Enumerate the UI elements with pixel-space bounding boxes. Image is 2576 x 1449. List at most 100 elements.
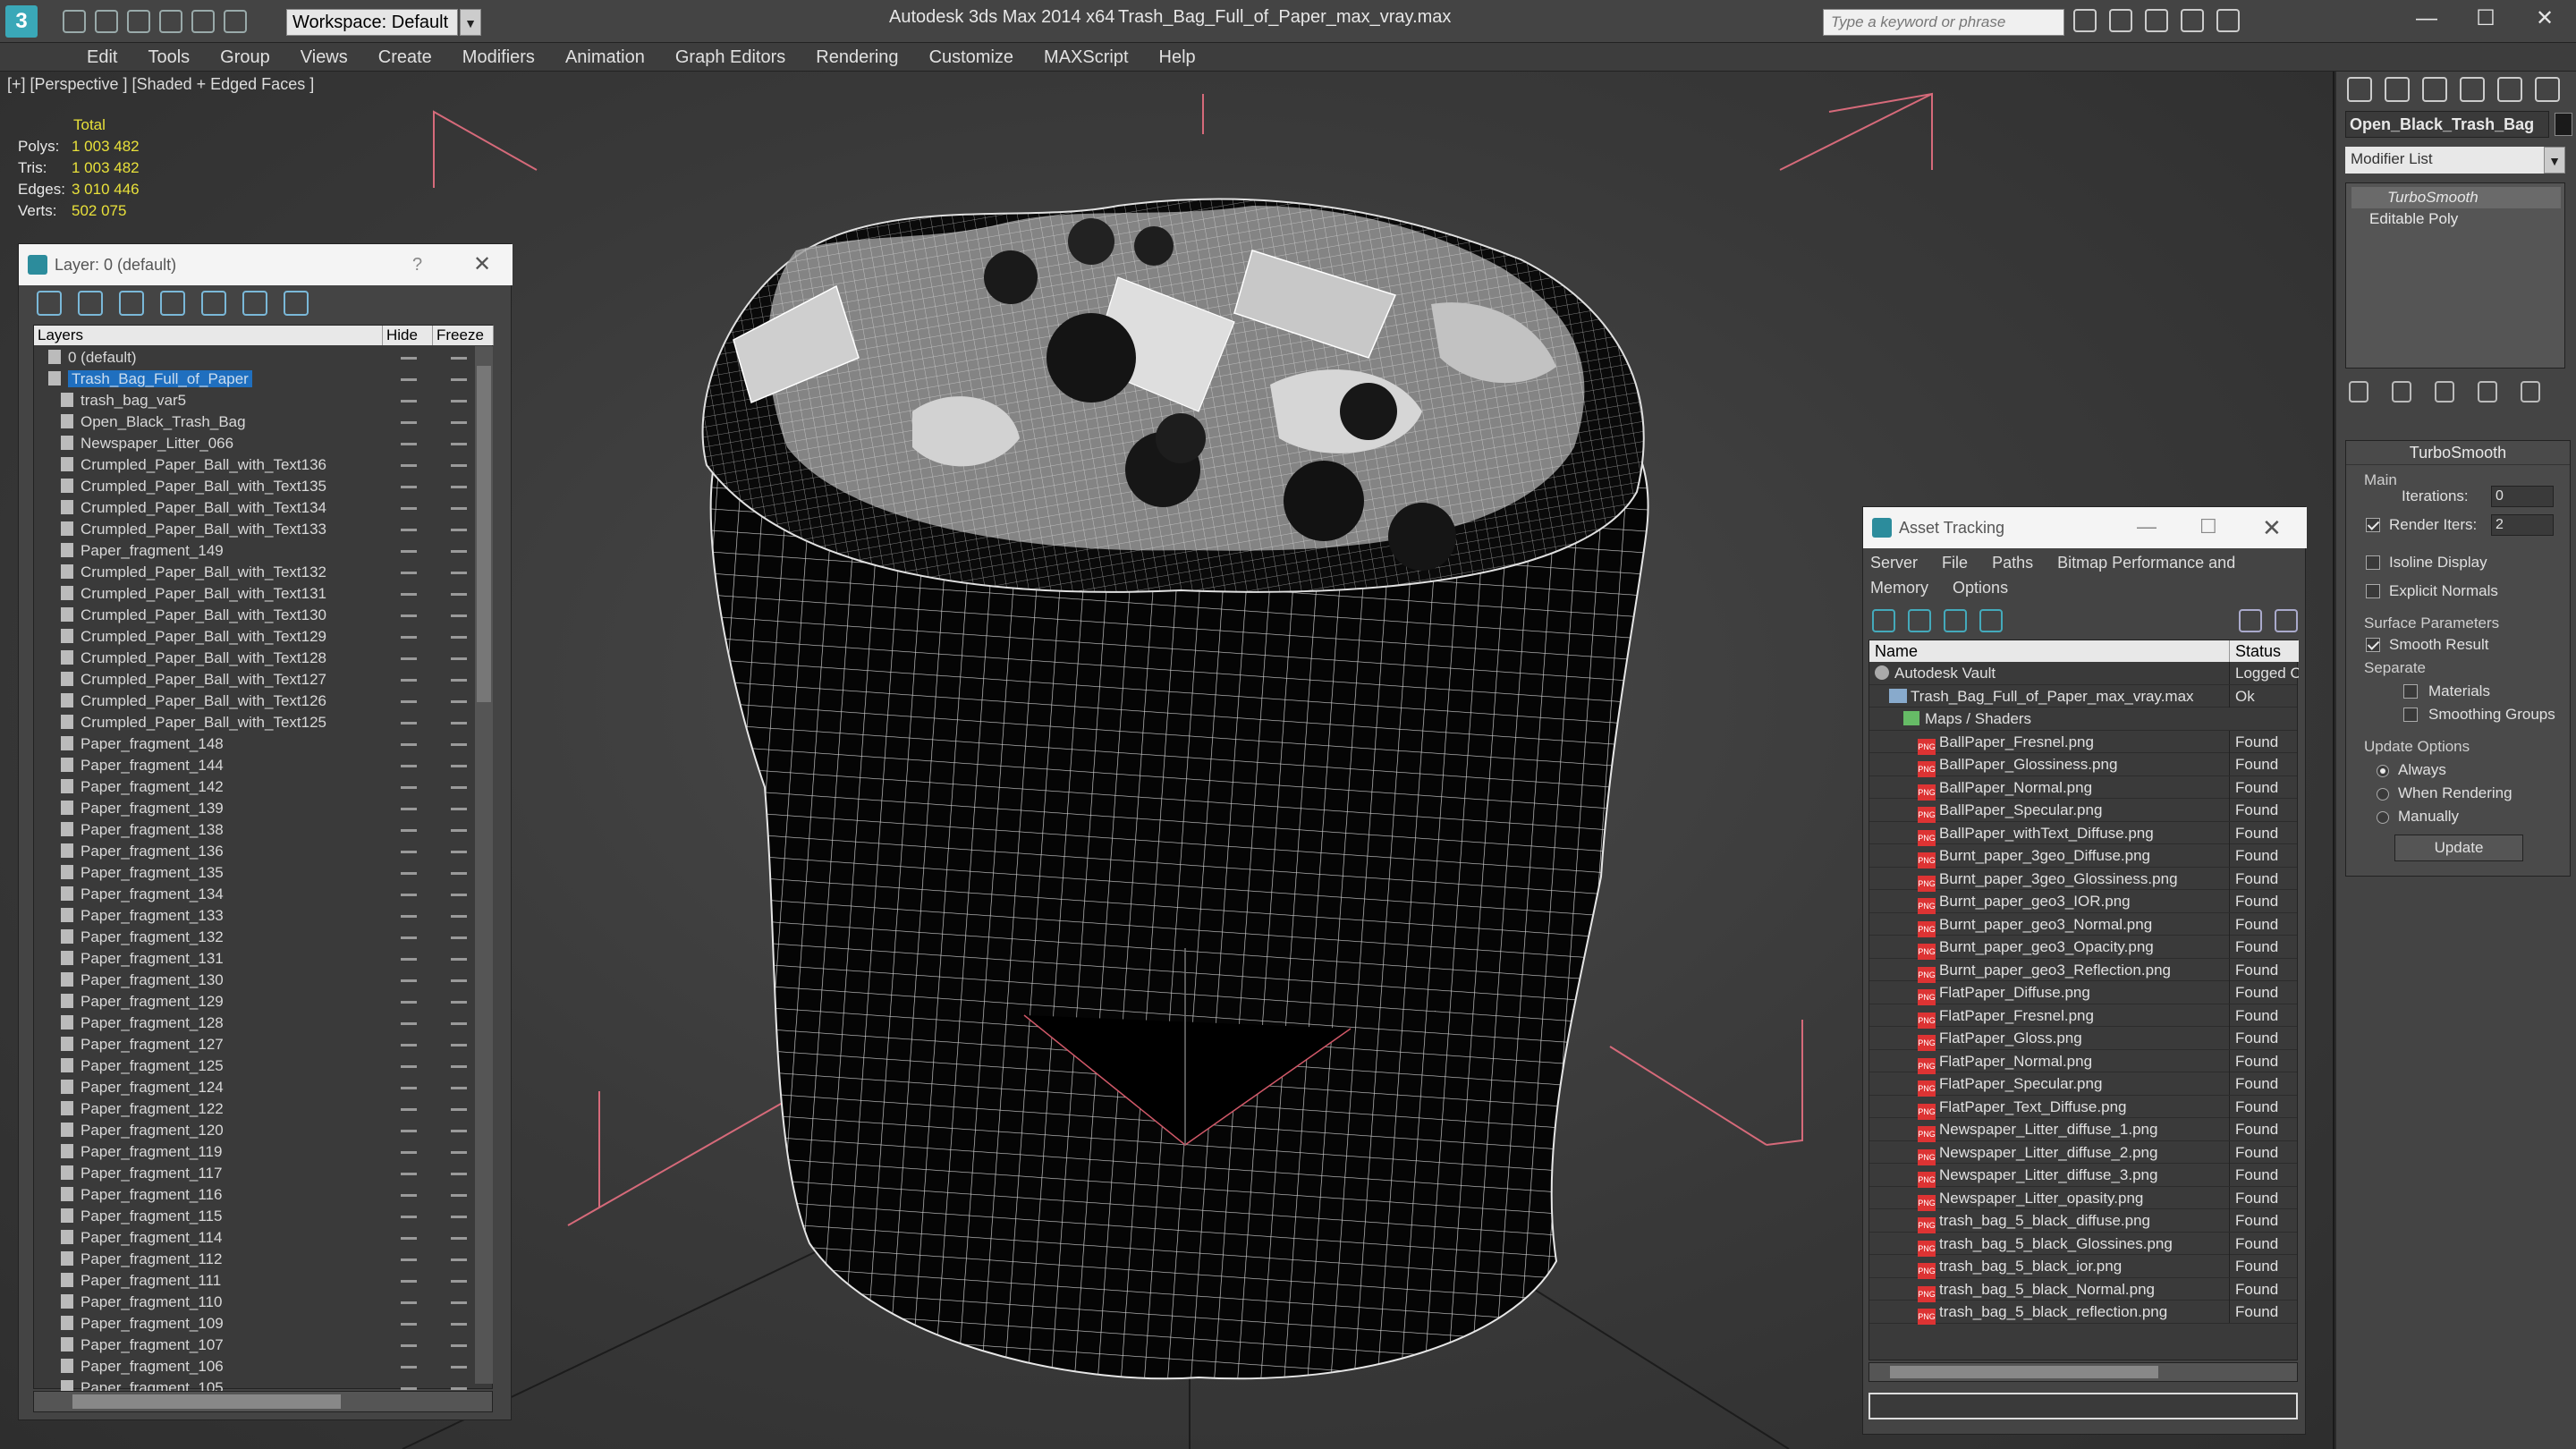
asset-row[interactable]: PNG trash_bag_5_black_ior.png Found bbox=[1869, 1255, 2297, 1279]
hide-toggle[interactable] bbox=[401, 357, 417, 360]
freeze-toggle[interactable] bbox=[451, 1087, 467, 1089]
layer-row[interactable]: Paper_fragment_138 bbox=[34, 819, 478, 841]
stack-item-turbosmooth[interactable]: TurboSmooth bbox=[2351, 187, 2561, 208]
menu-tools[interactable]: Tools bbox=[132, 43, 205, 71]
hide-toggle[interactable] bbox=[401, 378, 417, 381]
layer-row[interactable]: Paper_fragment_120 bbox=[34, 1120, 478, 1141]
object-color-swatch[interactable] bbox=[2555, 113, 2572, 136]
asset-row[interactable]: PNG Burnt_paper_geo3_IOR.png Found bbox=[1869, 890, 2297, 914]
project-folder-icon[interactable] bbox=[224, 10, 247, 33]
search-input[interactable]: Type a keyword or phrase bbox=[1823, 9, 2064, 36]
help-icon[interactable] bbox=[2216, 9, 2240, 32]
menu-graph-editors[interactable]: Graph Editors bbox=[660, 43, 801, 71]
freeze-toggle[interactable] bbox=[451, 1108, 467, 1111]
hide-toggle[interactable] bbox=[401, 700, 417, 703]
freeze-toggle[interactable] bbox=[451, 1194, 467, 1197]
hide-toggle[interactable] bbox=[401, 421, 417, 424]
asset-row[interactable]: PNG BallPaper_Normal.png Found bbox=[1869, 775, 2297, 801]
asset-row[interactable]: PNG FlatPaper_Text_Diffuse.png Found bbox=[1869, 1095, 2297, 1120]
layer-row[interactable]: Paper_fragment_148 bbox=[34, 733, 478, 755]
freeze-toggle[interactable] bbox=[451, 593, 467, 596]
asset-row[interactable]: PNG Newspaper_Litter_diffuse_2.png Found bbox=[1869, 1140, 2297, 1165]
open-file-icon[interactable] bbox=[95, 10, 118, 33]
freeze-toggle[interactable] bbox=[451, 486, 467, 488]
table-view-icon[interactable] bbox=[1979, 609, 2003, 632]
hide-toggle[interactable] bbox=[401, 765, 417, 767]
hide-toggle[interactable] bbox=[401, 443, 417, 445]
menu-rendering[interactable]: Rendering bbox=[801, 43, 913, 71]
freeze-toggle[interactable] bbox=[451, 1387, 467, 1390]
binoculars-icon[interactable] bbox=[2073, 9, 2097, 32]
hide-toggle[interactable] bbox=[401, 915, 417, 918]
hide-toggle[interactable] bbox=[401, 786, 417, 789]
asset-row[interactable]: PNG Newspaper_Litter_diffuse_1.png Found bbox=[1869, 1118, 2297, 1142]
close-button[interactable]: ✕ bbox=[2515, 0, 2574, 39]
hide-toggle[interactable] bbox=[401, 1216, 417, 1218]
iterations-spinner[interactable]: 0 bbox=[2491, 486, 2554, 507]
create-layer-icon[interactable] bbox=[37, 291, 62, 316]
hide-toggle[interactable] bbox=[401, 1065, 417, 1068]
freeze-toggle[interactable] bbox=[451, 378, 467, 381]
asset-row[interactable]: PNG FlatPaper_Fresnel.png Found bbox=[1869, 1004, 2297, 1029]
asset-tracking-title[interactable]: Asset Tracking bbox=[1863, 507, 2307, 548]
asset-list[interactable]: Name Status Autodesk VaultLogged OutTras… bbox=[1868, 640, 2299, 1360]
delete-layer-icon[interactable] bbox=[78, 291, 103, 316]
freeze-toggle[interactable] bbox=[451, 400, 467, 402]
freeze-toggle[interactable] bbox=[451, 1151, 467, 1154]
menu-paths[interactable]: Paths bbox=[1992, 554, 2033, 572]
layer-row[interactable]: Paper_fragment_149 bbox=[34, 540, 478, 562]
asset-row[interactable]: PNG trash_bag_5_black_Glossines.png Found bbox=[1869, 1232, 2297, 1257]
freeze-toggle[interactable] bbox=[451, 657, 467, 660]
menu-animation[interactable]: Animation bbox=[550, 43, 660, 71]
hide-toggle[interactable] bbox=[401, 1108, 417, 1111]
chevron-down-icon[interactable]: ▼ bbox=[2544, 147, 2565, 174]
freeze-toggle[interactable] bbox=[451, 722, 467, 724]
update-button[interactable]: Update bbox=[2394, 835, 2523, 861]
isoline-checkbox[interactable] bbox=[2366, 555, 2380, 570]
render-iters-checkbox[interactable] bbox=[2366, 518, 2380, 532]
freeze-all-layers-icon[interactable] bbox=[284, 291, 309, 316]
help-icon[interactable] bbox=[2275, 609, 2298, 632]
menu-modifiers[interactable]: Modifiers bbox=[447, 43, 550, 71]
menu-create[interactable]: Create bbox=[363, 43, 447, 71]
rollout-header[interactable]: TurboSmooth bbox=[2346, 441, 2570, 465]
freeze-toggle[interactable] bbox=[451, 743, 467, 746]
hide-toggle[interactable] bbox=[401, 1151, 417, 1154]
freeze-toggle[interactable] bbox=[451, 786, 467, 789]
layer-row[interactable]: Paper_fragment_135 bbox=[34, 862, 478, 884]
freeze-toggle[interactable] bbox=[451, 572, 467, 574]
maximize-button[interactable]: ☐ bbox=[2456, 0, 2515, 39]
hide-toggle[interactable] bbox=[401, 936, 417, 939]
menu-views[interactable]: Views bbox=[285, 43, 363, 71]
menu-bitmap-performance[interactable]: Bitmap Performance and Memory bbox=[1870, 554, 2235, 597]
freeze-toggle[interactable] bbox=[451, 1130, 467, 1132]
layer-row[interactable]: Trash_Bag_Full_of_Paper bbox=[34, 369, 478, 390]
smoothing-groups-checkbox[interactable] bbox=[2403, 708, 2418, 722]
col-name[interactable]: Name bbox=[1869, 640, 2227, 662]
hide-toggle[interactable] bbox=[401, 1173, 417, 1175]
asset-row[interactable]: PNG Burnt_paper_3geo_Glossiness.png Found bbox=[1869, 867, 2297, 892]
layer-list[interactable]: Layers Hide Freeze 0 (default) Trash_Bag_… bbox=[33, 325, 494, 1396]
make-unique-icon[interactable] bbox=[2435, 381, 2454, 402]
layer-row[interactable]: Paper_fragment_107 bbox=[34, 1335, 478, 1356]
col-freeze[interactable]: Freeze bbox=[433, 326, 494, 345]
motion-tab-icon[interactable] bbox=[2460, 77, 2485, 102]
freeze-toggle[interactable] bbox=[451, 614, 467, 617]
layer-row[interactable]: Paper_fragment_129 bbox=[34, 991, 478, 1013]
thumbnail-view-icon[interactable] bbox=[1944, 609, 1967, 632]
freeze-toggle[interactable] bbox=[451, 679, 467, 682]
communication-icon[interactable] bbox=[2145, 9, 2168, 32]
layer-row[interactable]: Crumpled_Paper_Ball_with_Text133 bbox=[34, 519, 478, 540]
hide-toggle[interactable] bbox=[401, 1130, 417, 1132]
hide-toggle[interactable] bbox=[401, 679, 417, 682]
hide-toggle[interactable] bbox=[401, 1280, 417, 1283]
freeze-toggle[interactable] bbox=[451, 1366, 467, 1368]
asset-row[interactable]: PNG trash_bag_5_black_reflection.png Found bbox=[1869, 1301, 2297, 1325]
layer-row[interactable]: Paper_fragment_131 bbox=[34, 948, 478, 970]
asset-row[interactable]: PNG Burnt_paper_geo3_Reflection.png Found bbox=[1869, 958, 2297, 983]
menu-file[interactable]: File bbox=[1942, 554, 1968, 572]
hide-toggle[interactable] bbox=[401, 1366, 417, 1368]
close-button[interactable]: ✕ bbox=[473, 244, 491, 285]
layer-row[interactable]: Crumpled_Paper_Ball_with_Text128 bbox=[34, 648, 478, 669]
new-file-icon[interactable] bbox=[63, 10, 86, 33]
